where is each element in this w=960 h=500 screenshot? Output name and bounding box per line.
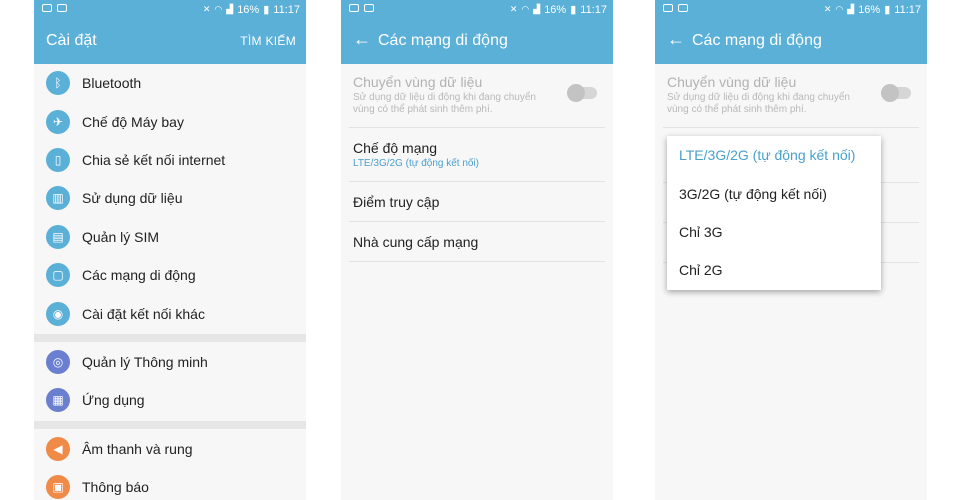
network-mode-row[interactable]: Chế độ mạng LTE/3G/2G (tự động kết nối)	[349, 128, 605, 182]
network-mode-option-lte[interactable]: LTE/3G/2G (tự động kết nối)	[667, 136, 881, 174]
battery-icon: ▮	[884, 4, 891, 16]
clock-text: 11:17	[580, 3, 607, 16]
signal-icon: ▟	[226, 4, 234, 14]
mobile-networks-screen: ✕ ◠ ▟ 16% ▮ 11:17 ← Các mạng di động Chu…	[341, 0, 613, 500]
settings-item-sound[interactable]: ◀ Âm thanh và rung	[34, 430, 306, 468]
tethering-icon: ▯	[46, 147, 70, 172]
settings-item-apps[interactable]: ▦ Ứng dụng	[34, 381, 306, 419]
network-operators-row[interactable]: Nhà cung cấp mạng	[349, 222, 605, 262]
wifi-icon: ◠	[835, 4, 844, 14]
signal-icon: ▟	[847, 4, 855, 14]
clock-text: 11:17	[273, 3, 300, 16]
clock-text: 11:17	[894, 3, 921, 16]
status-bar: ✕ ◠ ▟ 16% ▮ 11:17	[34, 0, 306, 20]
data-roaming-row[interactable]: Chuyển vùng dữ liệu Sử dụng dữ liệu di đ…	[349, 64, 605, 128]
settings-item-notifications[interactable]: ▣ Thông báo	[34, 468, 306, 500]
section-divider	[34, 333, 306, 342]
mute-icon: ✕	[202, 4, 211, 14]
roaming-toggle[interactable]	[881, 84, 911, 102]
access-point-label: Điểm truy cập	[353, 193, 440, 210]
network-mode-dialog-screen: ✕ ◠ ▟ 16% ▮ 11:17 ← Các mạng di động Chu…	[655, 0, 927, 500]
sim-icon: ▤	[46, 224, 70, 249]
access-point-row[interactable]: Điểm truy cập	[349, 182, 605, 222]
network-operators-label: Nhà cung cấp mạng	[353, 233, 479, 250]
image-icon	[678, 4, 688, 12]
battery-icon: ▮	[570, 4, 577, 16]
roaming-title: Chuyển vùng dữ liệu	[667, 74, 797, 90]
battery-text: 16%	[237, 3, 260, 16]
notification-icon: ▣	[46, 475, 70, 500]
app-bar: ✕ ◠ ▟ 16% ▮ 11:17 ← Các mạng di động	[655, 0, 927, 64]
more-connection-icon: ◉	[46, 301, 70, 326]
message-icon	[349, 4, 359, 12]
airplane-icon: ✈	[46, 109, 70, 134]
settings-list: ᛒ Bluetooth ✈ Chế độ Máy bay ▯ Chia sẻ kết …	[34, 64, 306, 500]
sound-icon: ◀	[46, 436, 70, 461]
settings-screen: ✕ ◠ ▟ 16% ▮ 11:17 Cài đặt TÌM KIẾM ᛒ Blue…	[34, 0, 306, 500]
signal-icon: ▟	[533, 4, 541, 14]
apps-icon: ▦	[46, 388, 70, 413]
app-bar: ✕ ◠ ▟ 16% ▮ 11:17 ← Các mạng di động	[341, 0, 613, 64]
settings-item-airplane[interactable]: ✈ Chế độ Máy bay	[34, 102, 306, 140]
battery-text: 16%	[858, 3, 881, 16]
network-mode-title: Chế độ mạng	[353, 140, 438, 156]
wifi-icon: ◠	[214, 4, 223, 14]
app-bar: ✕ ◠ ▟ 16% ▮ 11:17 Cài đặt TÌM KIẾM	[34, 0, 306, 64]
message-icon	[42, 4, 52, 12]
message-icon	[663, 4, 673, 12]
settings-item-mobile-networks[interactable]: ▢ Các mạng di động	[34, 256, 306, 294]
image-icon	[364, 4, 374, 12]
network-mode-dropdown: LTE/3G/2G (tự động kết nối) 3G/2G (tự độ…	[667, 136, 881, 290]
roaming-title: Chuyển vùng dữ liệu	[353, 74, 483, 90]
mute-icon: ✕	[823, 4, 832, 14]
page-title: Các mạng di động	[692, 32, 822, 49]
network-mode-option-3g-only[interactable]: Chỉ 3G	[667, 213, 881, 251]
roaming-toggle[interactable]	[567, 84, 597, 102]
roaming-description: Sử dụng dữ liệu di động khi đang chuyển …	[667, 92, 850, 115]
back-arrow-icon[interactable]: ←	[667, 29, 685, 50]
status-bar: ✕ ◠ ▟ 16% ▮ 11:17	[341, 0, 613, 20]
section-divider	[34, 420, 306, 429]
settings-item-more-connection[interactable]: ◉ Cài đặt kết nối khác	[34, 294, 306, 332]
settings-item-smart-manager[interactable]: ◎ Quản lý Thông minh	[34, 343, 306, 381]
network-mode-option-3g-2g[interactable]: 3G/2G (tự động kết nối)	[667, 174, 881, 212]
image-icon	[57, 4, 67, 12]
network-mode-option-2g-only[interactable]: Chỉ 2G	[667, 251, 881, 289]
data-roaming-row[interactable]: Chuyển vùng dữ liệu Sử dụng dữ liệu di đ…	[663, 64, 919, 128]
data-usage-icon: ▥	[46, 186, 70, 211]
settings-item-tethering[interactable]: ▯ Chia sẻ kết nối internet	[34, 141, 306, 179]
wifi-icon: ◠	[521, 4, 530, 14]
battery-icon: ▮	[263, 4, 270, 16]
network-mode-value: LTE/3G/2G (tự động kết nối)	[353, 158, 480, 169]
status-bar: ✕ ◠ ▟ 16% ▮ 11:17	[655, 0, 927, 20]
mobile-network-icon: ▢	[46, 263, 70, 288]
page-title: Các mạng di động	[378, 32, 508, 49]
roaming-description: Sử dụng dữ liệu di động khi đang chuyển …	[353, 92, 536, 115]
mute-icon: ✕	[509, 4, 518, 14]
settings-item-bluetooth[interactable]: ᛒ Bluetooth	[34, 64, 306, 102]
battery-text: 16%	[544, 3, 567, 16]
settings-item-data-usage[interactable]: ▥ Sử dụng dữ liệu	[34, 179, 306, 217]
search-button[interactable]: TÌM KIẾM	[240, 34, 296, 48]
smart-manager-icon: ◎	[46, 349, 70, 374]
page-title: Cài đặt	[46, 32, 97, 49]
settings-item-sim[interactable]: ▤ Quản lý SIM	[34, 218, 306, 256]
back-arrow-icon[interactable]: ←	[353, 29, 371, 50]
bluetooth-icon: ᛒ	[46, 71, 70, 96]
